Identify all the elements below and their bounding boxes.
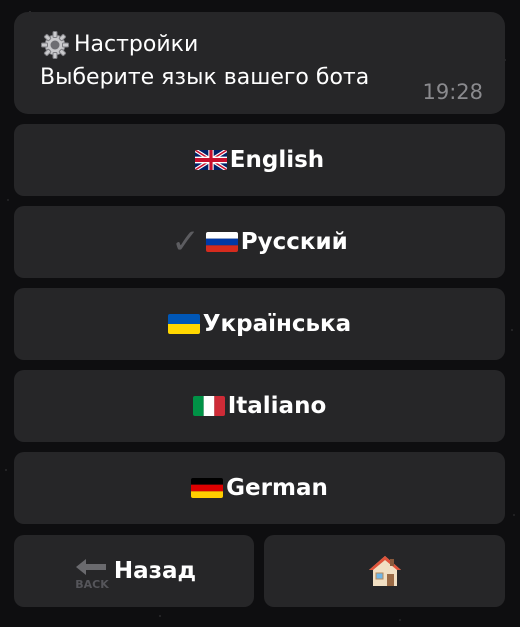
italy-flag-icon <box>192 396 225 416</box>
russia-flag-icon <box>205 232 238 252</box>
gear-icon <box>41 31 69 59</box>
check-icon: ✓ <box>171 222 200 262</box>
uk-flag-icon <box>194 150 227 170</box>
language-button-italian[interactable]: Italiano <box>14 370 505 442</box>
ukraine-flag-icon <box>167 314 200 334</box>
home-icon <box>368 556 401 586</box>
message-text: Выберите язык вашего бота <box>40 65 370 90</box>
language-label-italian: Italiano <box>227 393 327 419</box>
language-label-russian: Русский <box>240 229 348 255</box>
back-icon-text: BACK <box>75 578 109 591</box>
language-button-english[interactable]: English <box>14 124 505 196</box>
germany-flag-icon <box>191 478 224 498</box>
language-label-ukrainian: Українська <box>202 311 352 337</box>
language-label-english: English <box>229 147 325 173</box>
language-button-russian[interactable]: ✓ Русский <box>14 206 505 278</box>
back-button-label: Назад <box>113 558 197 584</box>
language-button-ukrainian[interactable]: Українська <box>14 288 505 360</box>
message-title: Настройки <box>74 32 199 57</box>
home-button[interactable] <box>264 535 505 607</box>
message-title-row: Настройки <box>41 30 479 60</box>
back-button[interactable]: BACK Назад <box>14 535 254 607</box>
language-label-german: German <box>226 475 328 501</box>
language-button-german[interactable]: German <box>14 452 505 524</box>
message-time: 19:28 <box>422 80 483 104</box>
bot-message-bubble: Настройки Выберите язык вашего бота 19:2… <box>14 12 505 114</box>
back-arrow-icon: BACK <box>75 559 109 591</box>
